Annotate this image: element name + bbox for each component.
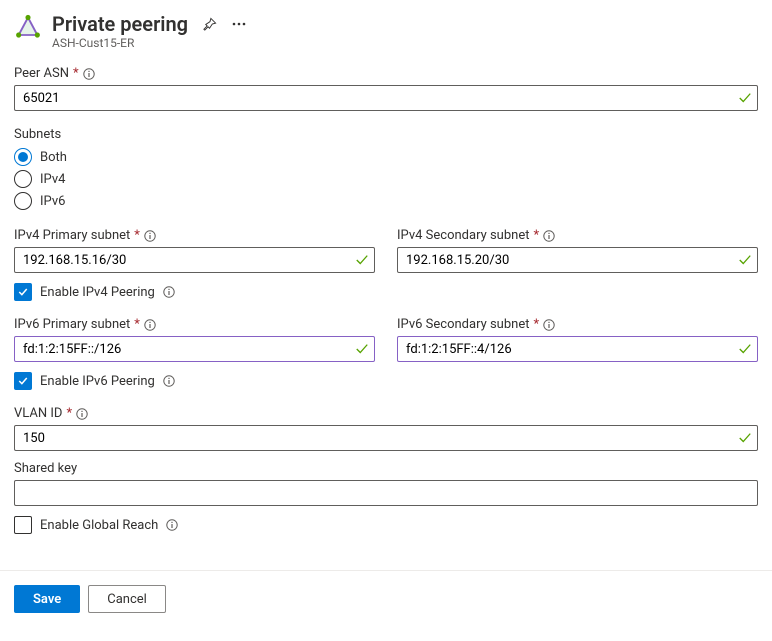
ipv4-primary-input[interactable] xyxy=(14,247,375,273)
info-icon[interactable] xyxy=(144,230,156,242)
info-icon[interactable] xyxy=(163,375,175,387)
ipv4-secondary-input[interactable] xyxy=(397,247,758,273)
page-title: Private peering xyxy=(52,12,188,36)
ipv6-primary-input[interactable] xyxy=(14,336,375,362)
page-header: Private peering ASH-Cust15-ER xyxy=(14,12,758,50)
info-icon[interactable] xyxy=(76,408,88,420)
ipv6-secondary-label: IPv6 Secondary subnet* xyxy=(397,317,758,332)
peering-icon xyxy=(14,14,42,42)
radio-ipv4[interactable]: IPv4 xyxy=(14,168,758,190)
ipv4-primary-label: IPv4 Primary subnet* xyxy=(14,228,375,243)
peer-asn-label: Peer ASN* xyxy=(14,66,758,81)
enable-ipv6-checkbox[interactable] xyxy=(14,372,32,390)
enable-ipv4-label: Enable IPv4 Peering xyxy=(40,285,155,300)
shared-key-label: Shared key xyxy=(14,461,758,476)
info-icon[interactable] xyxy=(166,519,178,531)
vlan-id-input[interactable] xyxy=(14,425,758,451)
info-icon[interactable] xyxy=(83,68,95,80)
radio-both-label: Both xyxy=(40,150,67,165)
more-icon[interactable] xyxy=(231,16,247,32)
ipv6-primary-label: IPv6 Primary subnet* xyxy=(14,317,375,332)
enable-ipv6-label: Enable IPv6 Peering xyxy=(40,374,155,389)
radio-ipv6-label: IPv6 xyxy=(40,194,65,209)
save-button[interactable]: Save xyxy=(14,585,80,613)
subnets-label: Subnets xyxy=(14,127,758,142)
info-icon[interactable] xyxy=(163,286,175,298)
peer-asn-input[interactable] xyxy=(14,85,758,111)
info-icon[interactable] xyxy=(144,319,156,331)
shared-key-input[interactable] xyxy=(14,480,758,506)
radio-ipv4-label: IPv4 xyxy=(40,172,65,187)
info-icon[interactable] xyxy=(543,319,555,331)
info-icon[interactable] xyxy=(543,230,555,242)
radio-both[interactable]: Both xyxy=(14,146,758,168)
enable-ipv4-checkbox[interactable] xyxy=(14,283,32,301)
ipv6-secondary-input[interactable] xyxy=(397,336,758,362)
enable-global-reach-checkbox[interactable] xyxy=(14,516,32,534)
page-subtitle: ASH-Cust15-ER xyxy=(52,36,758,50)
vlan-id-label: VLAN ID* xyxy=(14,406,758,421)
ipv4-secondary-label: IPv4 Secondary subnet* xyxy=(397,228,758,243)
cancel-button[interactable]: Cancel xyxy=(88,585,166,613)
pin-icon[interactable] xyxy=(202,17,217,32)
radio-ipv6[interactable]: IPv6 xyxy=(14,190,758,212)
enable-global-reach-label: Enable Global Reach xyxy=(40,518,158,533)
